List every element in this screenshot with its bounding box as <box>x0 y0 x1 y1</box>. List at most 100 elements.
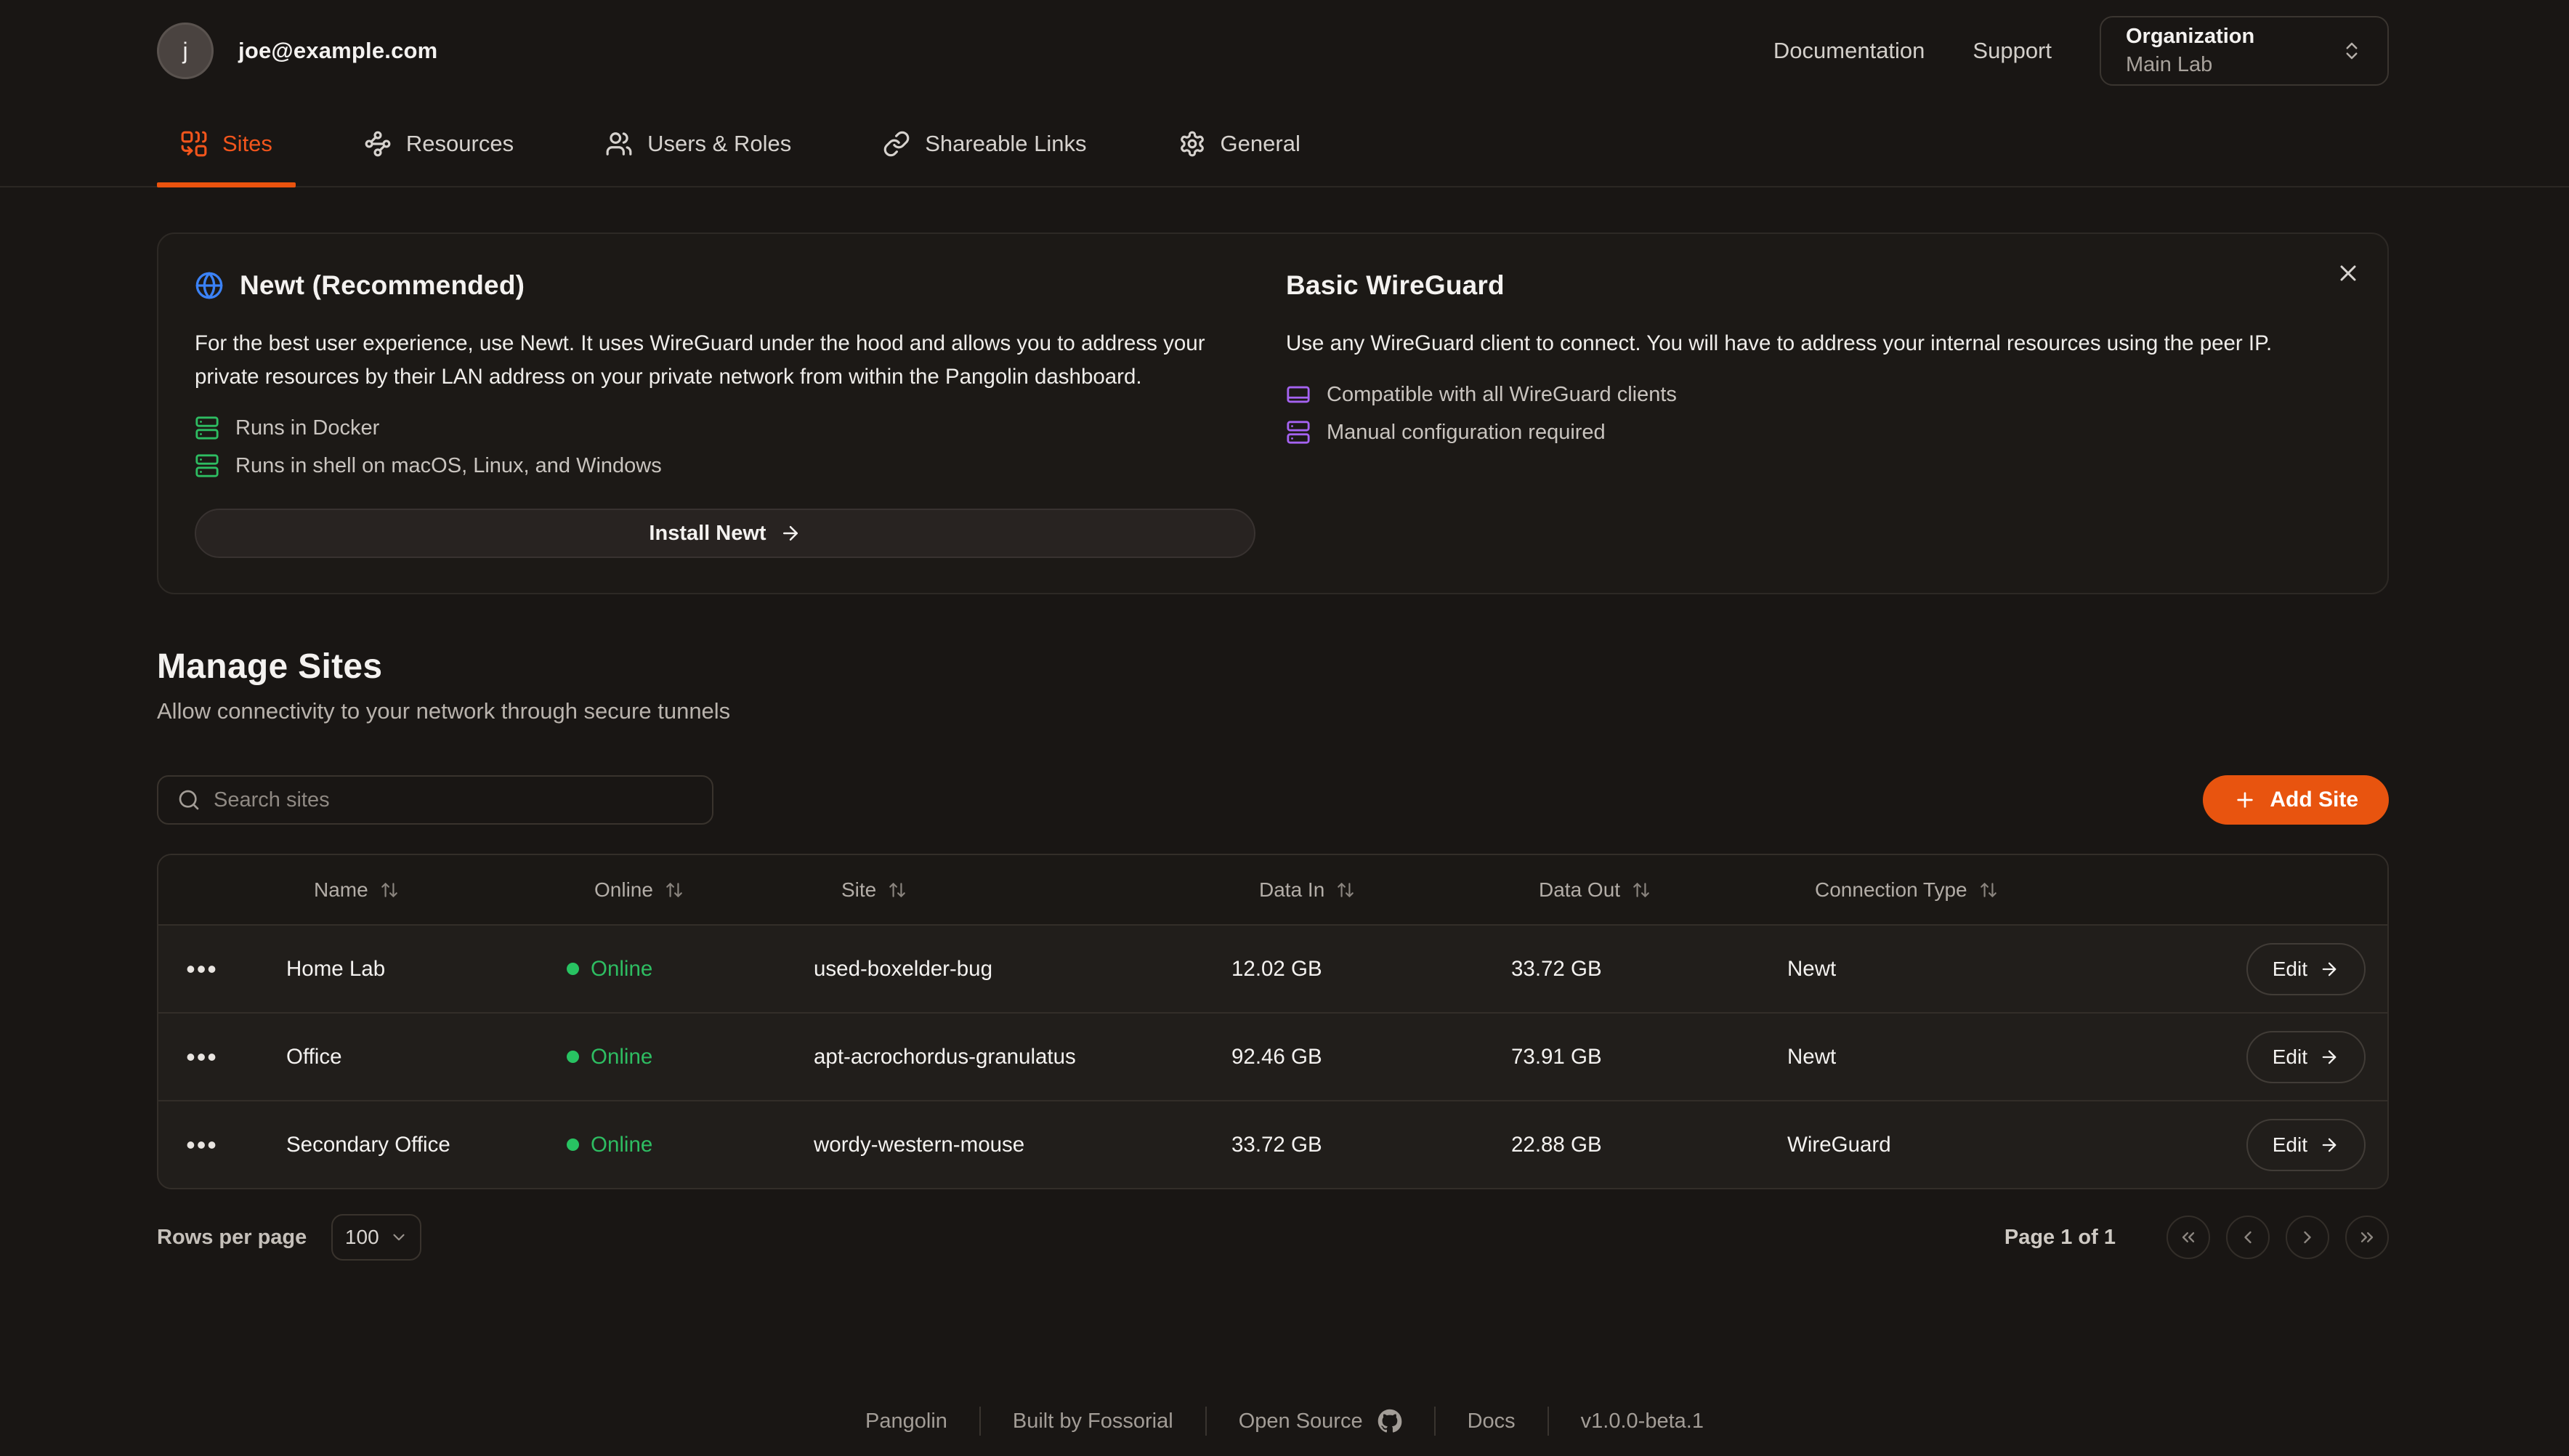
chevrons-right-icon <box>2357 1227 2377 1247</box>
arrow-right-icon <box>2319 959 2339 979</box>
site-slug: used-boxelder-bug <box>773 957 1191 982</box>
first-page-button[interactable] <box>2167 1216 2210 1259</box>
site-slug: apt-acrochordus-granulatus <box>773 1045 1191 1069</box>
column-header-name[interactable]: Name <box>246 878 526 902</box>
avatar[interactable]: j <box>157 23 214 79</box>
edit-button[interactable]: Edit <box>2246 943 2366 995</box>
column-header-site[interactable]: Site <box>773 878 1191 902</box>
tab-resources[interactable]: Resources <box>341 102 537 186</box>
status-badge: Online <box>526 1133 773 1157</box>
users-icon <box>605 130 633 158</box>
table-pagination: Rows per page 100 Page 1 of 1 <box>157 1214 2389 1261</box>
support-link[interactable]: Support <box>1973 38 2052 64</box>
connection-type-value: Newt <box>1747 957 2193 982</box>
tab-label: Sites <box>222 131 272 157</box>
column-header-data-in[interactable]: Data In <box>1191 878 1470 902</box>
chevrons-left-icon <box>2178 1227 2198 1247</box>
sort-icon <box>1336 881 1355 899</box>
rows-per-page-select[interactable]: 100 <box>331 1214 421 1261</box>
tab-label: Resources <box>406 131 514 157</box>
footer-pangolin: Pangolin <box>833 1410 979 1433</box>
data-out-value: 33.72 GB <box>1470 957 1747 982</box>
search-icon <box>177 788 201 812</box>
organization-label: Organization <box>2126 25 2254 49</box>
organization-value: Main Lab <box>2126 53 2254 77</box>
waypoints-icon <box>364 130 392 158</box>
data-out-value: 73.91 GB <box>1470 1045 1747 1069</box>
newt-title-row: Newt (Recommended) <box>195 270 1260 301</box>
globe-icon <box>195 271 224 300</box>
edit-button[interactable]: Edit <box>2246 1031 2366 1083</box>
gear-icon <box>1178 130 1206 158</box>
newt-title: Newt (Recommended) <box>240 270 525 301</box>
online-dot-icon <box>567 1051 579 1063</box>
sites-toolbar: Add Site <box>157 775 2389 825</box>
server-icon <box>195 453 219 478</box>
footer-built-by: Built by Fossorial <box>981 1410 1205 1433</box>
table-row: ••• Home Lab Online used-boxelder-bug 12… <box>158 924 2387 1012</box>
column-header-online[interactable]: Online <box>526 878 773 902</box>
tab-label: Shareable Links <box>925 131 1086 157</box>
user-email: joe@example.com <box>238 38 437 64</box>
online-dot-icon <box>567 1138 579 1151</box>
search-input[interactable] <box>214 788 693 812</box>
table-row: ••• Office Online apt-acrochordus-granul… <box>158 1012 2387 1100</box>
footer-open-source-link[interactable]: Open Source <box>1207 1409 1434 1433</box>
user-menu[interactable]: j joe@example.com <box>157 23 437 79</box>
credit-card-icon <box>1286 382 1311 407</box>
close-icon[interactable] <box>2335 260 2361 286</box>
last-page-button[interactable] <box>2345 1216 2389 1259</box>
data-in-value: 33.72 GB <box>1191 1133 1470 1157</box>
column-header-data-out[interactable]: Data Out <box>1470 878 1747 902</box>
page-indicator: Page 1 of 1 <box>2004 1226 2116 1250</box>
data-in-value: 92.46 GB <box>1191 1045 1470 1069</box>
status-badge: Online <box>526 957 773 982</box>
sort-icon <box>1979 881 1998 899</box>
previous-page-button[interactable] <box>2226 1216 2270 1259</box>
column-header-connection-type[interactable]: Connection Type <box>1747 878 2193 902</box>
newt-bullet-docker: Runs in Docker <box>195 416 1260 440</box>
sort-icon <box>1632 881 1651 899</box>
arrow-right-icon <box>780 522 801 544</box>
connection-type-value: Newt <box>1747 1045 2193 1069</box>
wireguard-bullet-compatible: Compatible with all WireGuard clients <box>1286 382 2351 407</box>
site-name: Home Lab <box>246 957 526 982</box>
top-bar: j joe@example.com Documentation Support … <box>0 0 2569 102</box>
chevron-right-icon <box>2297 1227 2318 1247</box>
github-icon <box>1377 1409 1402 1433</box>
wireguard-description: Use any WireGuard client to connect. You… <box>1286 327 2351 360</box>
site-slug: wordy-western-mouse <box>773 1133 1191 1157</box>
wireguard-bullet-manual: Manual configuration required <box>1286 420 2351 445</box>
row-actions-button[interactable]: ••• <box>186 1044 218 1070</box>
tab-label: General <box>1221 131 1300 157</box>
footer-docs-link[interactable]: Docs <box>1436 1410 1548 1433</box>
footer-version: v1.0.0-beta.1 <box>1549 1410 1736 1433</box>
row-actions-button[interactable]: ••• <box>186 956 218 982</box>
data-out-value: 22.88 GB <box>1470 1133 1747 1157</box>
arrow-right-icon <box>2319 1047 2339 1067</box>
row-actions-button[interactable]: ••• <box>186 1132 218 1158</box>
tab-sites[interactable]: Sites <box>157 102 296 186</box>
install-newt-button[interactable]: Install Newt <box>195 509 1255 558</box>
avatar-initial: j <box>182 38 187 65</box>
footer: Pangolin Built by Fossorial Open Source … <box>0 1407 2569 1436</box>
connection-methods-card: Newt (Recommended) For the best user exp… <box>157 232 2389 594</box>
online-dot-icon <box>567 963 579 975</box>
sort-icon <box>380 881 399 899</box>
tab-general[interactable]: General <box>1155 102 1324 186</box>
next-page-button[interactable] <box>2286 1216 2329 1259</box>
rows-per-page-label: Rows per page <box>157 1226 307 1250</box>
newt-description: For the best user experience, use Newt. … <box>195 327 1260 394</box>
combine-icon <box>180 130 208 158</box>
wireguard-section: Basic WireGuard Use any WireGuard client… <box>1286 270 2351 558</box>
add-site-button[interactable]: Add Site <box>2203 775 2389 825</box>
tab-users-roles[interactable]: Users & Roles <box>582 102 814 186</box>
organization-selector[interactable]: Organization Main Lab <box>2100 16 2389 86</box>
table-header-row: Name Online Site Data In Data Out Connec… <box>158 855 2387 924</box>
tab-shareable-links[interactable]: Shareable Links <box>859 102 1109 186</box>
documentation-link[interactable]: Documentation <box>1773 38 1925 64</box>
chevron-down-icon <box>389 1228 408 1247</box>
edit-button[interactable]: Edit <box>2246 1119 2366 1171</box>
chevron-left-icon <box>2238 1227 2258 1247</box>
table-row: ••• Secondary Office Online wordy-wester… <box>158 1100 2387 1188</box>
